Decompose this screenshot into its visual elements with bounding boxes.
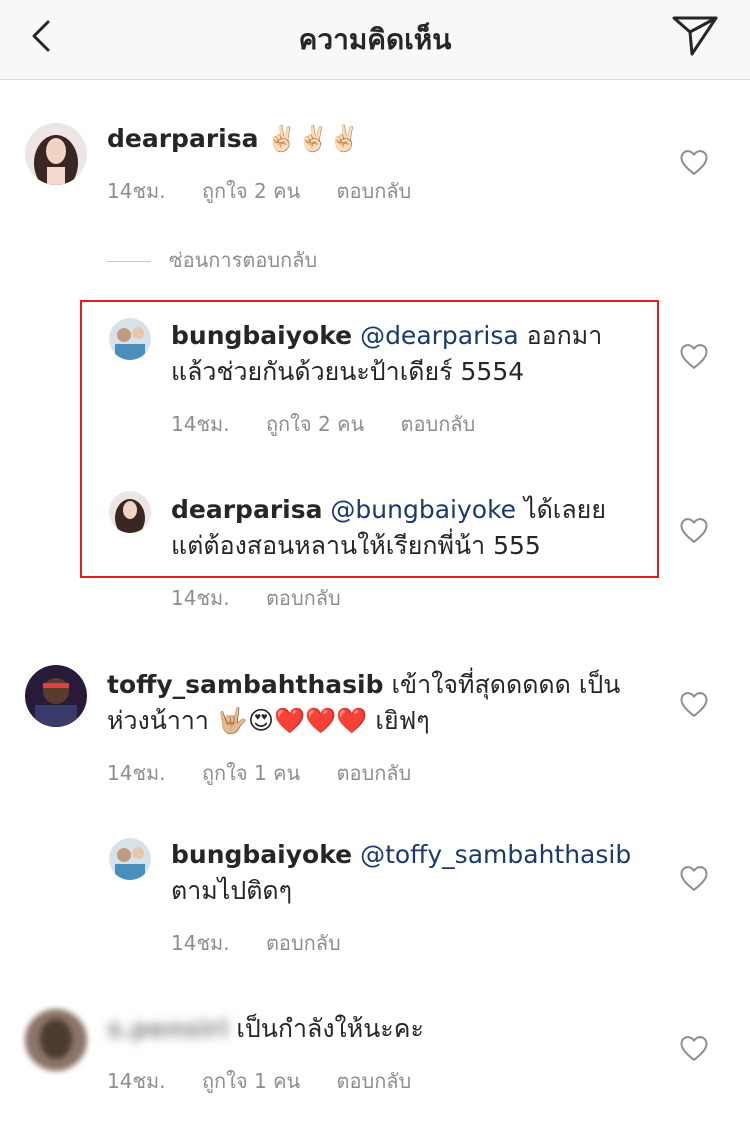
avatar[interactable] bbox=[25, 123, 87, 185]
username[interactable]: bungbaiyoke bbox=[171, 321, 352, 350]
comment-body-cont: ห่วงน้าาา 🤟🏼😍❤️❤️❤️ เยิฟๆ bbox=[107, 706, 430, 735]
avatar[interactable] bbox=[109, 491, 151, 533]
username[interactable]: dearparisa bbox=[171, 495, 322, 524]
reply-body: ออกมา bbox=[518, 321, 603, 350]
reply-body-cont: แล้วช่วยกันด้วยนะป้าเดียร์ 5554 bbox=[171, 357, 525, 386]
reply-button[interactable]: ตอบกลับ bbox=[266, 582, 341, 614]
mention-link[interactable]: @dearparisa bbox=[360, 321, 519, 350]
like-heart-icon[interactable] bbox=[679, 342, 709, 370]
reply-meta: 14ชม. ถูกใจ 2 คน ตอบกลับ bbox=[171, 408, 505, 440]
like-heart-icon[interactable] bbox=[679, 864, 709, 892]
reply-body-cont: แต่ต้องสอนหลานให้เรียกพี่น้า 555 bbox=[171, 531, 541, 560]
reply-body: ตามไปติดๆ bbox=[171, 876, 293, 905]
username[interactable]: bungbaiyoke bbox=[171, 840, 352, 869]
reply-text: dearparisa @bungbaiyoke ได้เลยย แต่ต้องส… bbox=[171, 492, 651, 564]
timestamp: 14ชม. bbox=[107, 179, 166, 203]
reply-text: bungbaiyoke @dearparisa ออกมา แล้วช่วยกั… bbox=[171, 318, 651, 390]
timestamp: 14ชม. bbox=[171, 412, 230, 436]
reply-text: bungbaiyoke @toffy_sambahthasib ตามไปติด… bbox=[171, 837, 651, 909]
like-heart-icon[interactable] bbox=[679, 148, 709, 176]
likes-count[interactable]: ถูกใจ 2 คน bbox=[266, 408, 364, 440]
like-heart-icon[interactable] bbox=[679, 690, 709, 718]
comment-meta: 14ชม. ถูกใจ 1 คน ตอบกลับ bbox=[107, 757, 441, 789]
reply-body: ได้เลยย bbox=[516, 495, 606, 524]
timestamp: 14ชม. bbox=[107, 1069, 166, 1093]
timestamp: 14ชม. bbox=[171, 586, 230, 610]
comment-text: toffy_sambahthasib เข้าใจที่สุดดดดด เป็น… bbox=[107, 667, 667, 739]
like-heart-icon[interactable] bbox=[679, 1034, 709, 1062]
username[interactable]: toffy_sambahthasib bbox=[107, 670, 384, 699]
comment-meta: 14ชม. ถูกใจ 1 คน ตอบกลับ bbox=[107, 1065, 441, 1097]
timestamp: 14ชม. bbox=[171, 931, 230, 955]
hide-replies-label: ซ่อนการตอบกลับ bbox=[169, 248, 318, 272]
reply-meta: 14ชม. ตอบกลับ bbox=[171, 582, 371, 614]
divider bbox=[107, 261, 151, 262]
reply-button[interactable]: ตอบกลับ bbox=[337, 757, 412, 789]
comment-body: เข้าใจที่สุดดดดด เป็น bbox=[383, 670, 621, 699]
avatar[interactable] bbox=[25, 1009, 87, 1071]
avatar[interactable] bbox=[109, 318, 151, 360]
top-bar: ความคิดเห็น bbox=[0, 0, 750, 80]
avatar[interactable] bbox=[25, 665, 87, 727]
timestamp: 14ชม. bbox=[107, 761, 166, 785]
comment-text: s.pensiri เป็นกำลังให้นะคะ bbox=[107, 1011, 667, 1047]
likes-count[interactable]: ถูกใจ 1 คน bbox=[202, 1065, 300, 1097]
mention-link[interactable]: @toffy_sambahthasib bbox=[360, 840, 631, 869]
page-title: ความคิดเห็น bbox=[298, 23, 452, 56]
comment-body: เป็นกำลังให้นะคะ bbox=[228, 1014, 424, 1043]
reply-button[interactable]: ตอบกลับ bbox=[401, 408, 476, 440]
mention-link[interactable]: @bungbaiyoke bbox=[330, 495, 516, 524]
reply-button[interactable]: ตอบกลับ bbox=[266, 927, 341, 959]
like-heart-icon[interactable] bbox=[679, 516, 709, 544]
username[interactable]: dearparisa bbox=[107, 124, 258, 153]
likes-count[interactable]: ถูกใจ 2 คน bbox=[202, 175, 300, 207]
comment-meta: 14ชม. ถูกใจ 2 คน ตอบกลับ bbox=[107, 175, 441, 207]
avatar[interactable] bbox=[109, 838, 151, 880]
username[interactable]: s.pensiri bbox=[107, 1014, 228, 1043]
comment-body: ✌🏻✌🏻✌🏻 bbox=[266, 124, 360, 153]
reply-button[interactable]: ตอบกลับ bbox=[337, 175, 412, 207]
comment-text: dearparisa ✌🏻✌🏻✌🏻 bbox=[107, 121, 667, 157]
reply-meta: 14ชม. ตอบกลับ bbox=[171, 927, 371, 959]
likes-count[interactable]: ถูกใจ 1 คน bbox=[202, 757, 300, 789]
reply-button[interactable]: ตอบกลับ bbox=[337, 1065, 412, 1097]
direct-send-icon[interactable] bbox=[670, 12, 720, 58]
hide-replies-link[interactable]: ซ่อนการตอบกลับ bbox=[107, 244, 317, 276]
